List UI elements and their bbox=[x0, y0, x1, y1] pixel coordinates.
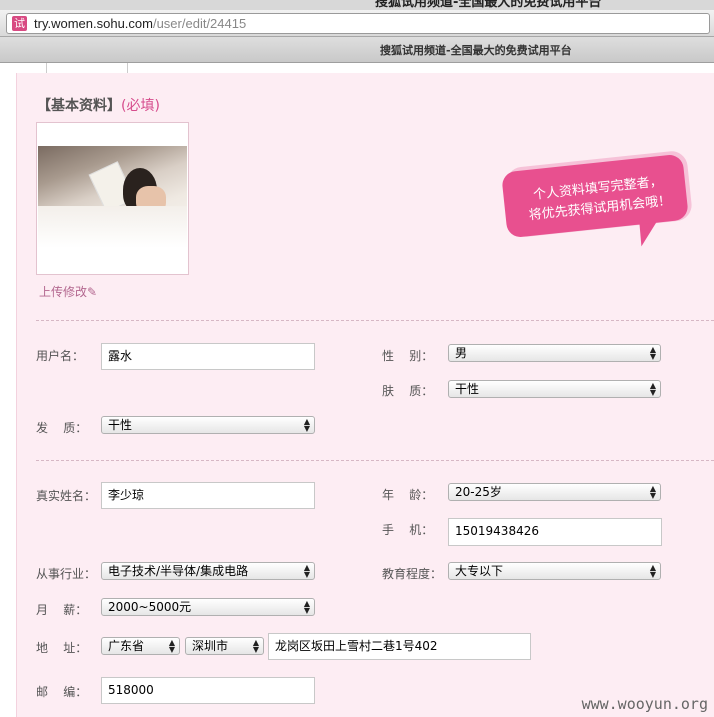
section-title: 【基本资料】(必填) bbox=[37, 95, 160, 115]
realname-input[interactable]: 李少琼 bbox=[101, 482, 315, 509]
address-bar: 试 try.women.sohu.com/user/edit/24415 bbox=[0, 10, 714, 37]
upload-label: 上传修改 bbox=[39, 285, 88, 299]
salary-label: 月 薪： bbox=[36, 603, 88, 617]
tip-bubble: 个人资料填写完整者， 将优先获得试用机会哦！ bbox=[501, 149, 694, 249]
required-note: (必填) bbox=[121, 98, 160, 114]
url-host: try.women.sohu.com bbox=[34, 16, 153, 31]
realname-label: 真实姓名： bbox=[36, 489, 97, 503]
hair-label: 发 质： bbox=[36, 421, 88, 435]
zipcode-label: 邮 编： bbox=[36, 685, 88, 699]
select-arrows-icon: ▲ ▼ bbox=[303, 563, 310, 579]
upload-avatar-link[interactable]: 上传修改✎ bbox=[39, 283, 97, 300]
province-select[interactable]: 广东省 ▲ ▼ bbox=[101, 637, 180, 655]
select-arrows-icon: ▲ ▼ bbox=[303, 599, 310, 615]
city-select[interactable]: 深圳市 ▲ ▼ bbox=[185, 637, 264, 655]
window-title: 搜狐试用频道-全国最大的免费试用平台 bbox=[375, 0, 602, 10]
city-value: 深圳市 bbox=[192, 639, 229, 653]
section-title-label: 【基本资料】 bbox=[37, 98, 121, 114]
education-select[interactable]: 大专以下 ▲ ▼ bbox=[448, 562, 661, 580]
username-input[interactable]: 露水 bbox=[101, 343, 315, 370]
gender-label: 性 别： bbox=[382, 349, 434, 363]
tab-bar: 搜狐试用频道-全国最大的免费试用平台 bbox=[0, 37, 714, 63]
age-label: 年 龄： bbox=[382, 488, 434, 502]
divider bbox=[36, 460, 714, 461]
site-favicon-icon: 试 bbox=[12, 16, 27, 31]
avatar-bed bbox=[38, 206, 187, 248]
page-tab-outline bbox=[46, 63, 128, 73]
select-arrows-icon: ▲ ▼ bbox=[252, 638, 259, 654]
select-arrows-icon: ▲ ▼ bbox=[303, 417, 310, 433]
industry-label: 从事行业： bbox=[36, 567, 97, 581]
address-detail-input[interactable]: 龙岗区坂田上雪村二巷1号402 bbox=[268, 633, 531, 660]
pencil-icon: ✎ bbox=[87, 285, 98, 299]
phone-input[interactable]: 15019438426 bbox=[448, 518, 662, 546]
province-value: 广东省 bbox=[108, 639, 145, 653]
skin-label: 肤 质： bbox=[382, 384, 434, 398]
gender-select[interactable]: 男 ▲ ▼ bbox=[448, 344, 661, 362]
industry-select[interactable]: 电子技术/半导体/集成电路 ▲ ▼ bbox=[101, 562, 315, 580]
education-label: 教育程度： bbox=[382, 567, 443, 581]
salary-select[interactable]: 2000~5000元 ▲ ▼ bbox=[101, 598, 315, 616]
industry-value: 电子技术/半导体/集成电路 bbox=[108, 564, 249, 578]
select-arrows-icon: ▲ ▼ bbox=[649, 381, 656, 397]
divider bbox=[36, 320, 714, 321]
zipcode-input[interactable]: 518000 bbox=[101, 677, 315, 704]
select-arrows-icon: ▲ ▼ bbox=[649, 345, 656, 361]
salary-value: 2000~5000元 bbox=[108, 600, 192, 614]
age-select[interactable]: 20-25岁 ▲ ▼ bbox=[448, 483, 661, 501]
select-arrows-icon: ▲ ▼ bbox=[649, 563, 656, 579]
url-input[interactable]: 试 try.women.sohu.com/user/edit/24415 bbox=[6, 13, 710, 34]
url-path: /user/edit/24415 bbox=[152, 16, 247, 31]
watermark: www.wooyun.org bbox=[581, 695, 708, 713]
hair-value: 干性 bbox=[108, 418, 133, 432]
skin-value: 干性 bbox=[455, 382, 480, 396]
avatar bbox=[38, 146, 187, 248]
avatar-frame bbox=[36, 122, 189, 275]
age-value: 20-25岁 bbox=[455, 485, 502, 499]
tab-active[interactable]: 搜狐试用频道-全国最大的免费试用平台 bbox=[380, 42, 572, 58]
select-arrows-icon: ▲ ▼ bbox=[168, 638, 175, 654]
education-value: 大专以下 bbox=[455, 564, 504, 578]
phone-label: 手 机： bbox=[382, 523, 434, 537]
skin-select[interactable]: 干性 ▲ ▼ bbox=[448, 380, 661, 398]
url-text: try.women.sohu.com/user/edit/24415 bbox=[34, 16, 246, 31]
address-label: 地 址： bbox=[36, 641, 88, 655]
gender-value: 男 bbox=[455, 346, 468, 360]
window-title-bar: 搜狐试用频道-全国最大的免费试用平台 bbox=[0, 0, 714, 10]
hair-select[interactable]: 干性 ▲ ▼ bbox=[101, 416, 315, 434]
username-label: 用户名： bbox=[36, 349, 85, 363]
select-arrows-icon: ▲ ▼ bbox=[649, 484, 656, 500]
